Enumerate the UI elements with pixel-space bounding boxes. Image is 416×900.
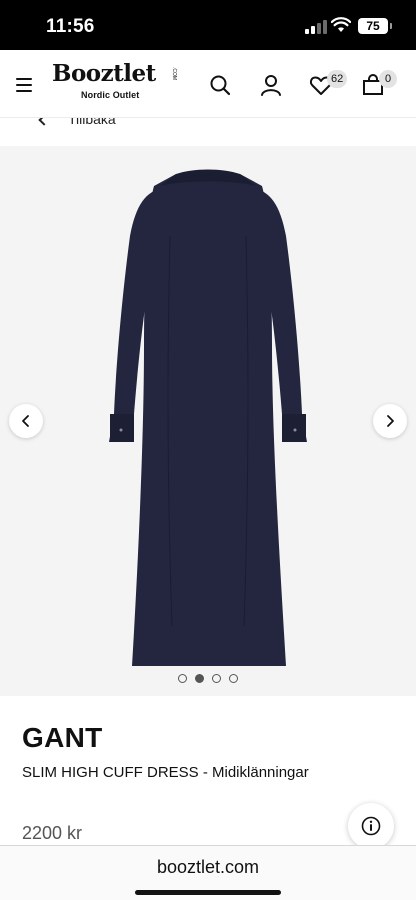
logo-com: .COM — [171, 67, 177, 81]
url-text: booztlet.com — [156, 857, 260, 877]
gallery-dot[interactable] — [229, 674, 238, 683]
logo[interactable]: Booztlet .COM Nordic Outlet — [52, 60, 182, 112]
chevron-left-icon — [22, 415, 29, 427]
gallery-dot[interactable] — [212, 674, 221, 683]
browser-url-bar[interactable]: booztlet.com — [0, 845, 416, 900]
wishlist-count-badge: 62 — [327, 70, 348, 88]
wifi-icon — [331, 17, 351, 32]
status-bar: 11:56 75 — [0, 0, 416, 50]
product-name: SLIM HIGH CUFF DRESS - Midiklänningar — [22, 764, 309, 781]
gallery-dot[interactable] — [178, 674, 187, 683]
cart-count-badge: 0 — [379, 70, 397, 88]
signal-icon — [305, 20, 327, 34]
gallery-prev-button[interactable] — [9, 404, 43, 438]
product-gallery[interactable] — [0, 146, 416, 696]
gallery-dot[interactable] — [195, 674, 204, 683]
battery-icon: 75 — [358, 18, 392, 34]
gallery-next-button[interactable] — [373, 404, 407, 438]
home-indicator[interactable] — [135, 890, 281, 895]
product-brand[interactable]: GANT — [22, 722, 103, 754]
product-price: 2200 kr — [22, 823, 83, 843]
logo-text: Booztlet — [52, 60, 156, 87]
product-page: 11:56 75 Booztlet .COM Nordic Outlet 62 … — [0, 0, 416, 900]
site-header: Booztlet .COM Nordic Outlet — [0, 50, 416, 118]
info-icon — [361, 816, 381, 836]
product-image — [109, 169, 307, 666]
menu-icon[interactable] — [14, 76, 36, 94]
breadcrumb[interactable]: Tillbaka — [0, 118, 416, 144]
battery-level: 75 — [366, 19, 380, 33]
search-icon[interactable] — [206, 71, 234, 99]
gallery-pagination — [0, 674, 416, 686]
status-time: 11:56 — [46, 16, 95, 37]
user-icon[interactable] — [257, 71, 285, 99]
logo-subtitle: Nordic Outlet — [81, 90, 140, 100]
chevron-right-icon — [387, 415, 394, 427]
info-button[interactable] — [348, 803, 394, 849]
chevron-left-icon — [38, 118, 50, 126]
breadcrumb-back-label: Tillbaka — [68, 118, 116, 127]
